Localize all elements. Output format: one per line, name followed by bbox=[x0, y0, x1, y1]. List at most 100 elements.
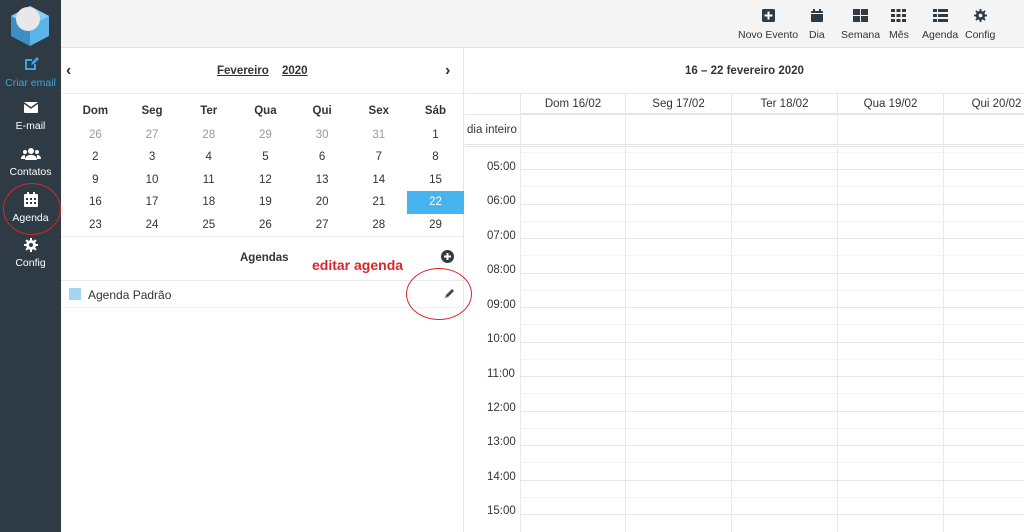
weekday-label: Sáb bbox=[424, 105, 447, 117]
time-label: 10:00 bbox=[487, 333, 516, 345]
new-event-label: Novo Evento bbox=[738, 29, 799, 41]
month-view-label: Mês bbox=[889, 29, 909, 41]
weekday-header: Dom Seg Ter Qua Qui Sex Sáb bbox=[67, 100, 464, 122]
app-logo[interactable] bbox=[9, 4, 51, 46]
all-day-row[interactable]: dia inteiro bbox=[465, 114, 1024, 147]
day-cell[interactable]: 12 bbox=[237, 169, 294, 191]
annotation-circle-agenda bbox=[3, 183, 61, 235]
nav-contacts[interactable]: Contatos bbox=[0, 147, 61, 178]
half-hour-line bbox=[520, 462, 1024, 463]
hour-line bbox=[520, 480, 1024, 481]
left-sidebar: Criar email E-mail Contatos Agenda Confi… bbox=[0, 0, 61, 532]
weekday-label: Sex bbox=[368, 105, 390, 117]
half-hour-line bbox=[520, 186, 1024, 187]
hour-line bbox=[520, 445, 1024, 446]
month-name[interactable]: Fevereiro bbox=[217, 65, 269, 77]
day-cell[interactable]: 19 bbox=[237, 191, 294, 213]
prev-month-button[interactable]: ‹ bbox=[66, 62, 71, 80]
week-row: 16 17 18 19 20 21 22 bbox=[67, 191, 464, 214]
day-cell[interactable]: 11 bbox=[180, 169, 237, 191]
day-cell[interactable]: 4 bbox=[180, 146, 237, 168]
grid-small-icon bbox=[889, 9, 909, 25]
day-cell[interactable]: 5 bbox=[237, 146, 294, 168]
day-cell[interactable]: 27 bbox=[124, 124, 181, 146]
year-name[interactable]: 2020 bbox=[282, 65, 308, 77]
week-row: 26 27 28 29 30 31 1 bbox=[67, 124, 464, 146]
week-view-button[interactable]: Semana bbox=[841, 9, 880, 41]
day-cell[interactable]: 1 bbox=[407, 124, 464, 146]
day-cell[interactable]: 28 bbox=[350, 214, 407, 236]
annotation-circle-edit bbox=[406, 268, 472, 320]
divider bbox=[61, 236, 464, 237]
config-label: Config bbox=[965, 29, 996, 41]
day-cell[interactable]: 26 bbox=[237, 214, 294, 236]
day-column-header[interactable]: Ter 18/02 bbox=[731, 94, 837, 114]
half-hour-line bbox=[520, 428, 1024, 429]
day-cell[interactable]: 31 bbox=[350, 124, 407, 146]
day-cell[interactable]: 7 bbox=[350, 146, 407, 168]
users-icon bbox=[0, 147, 61, 164]
month-view-button[interactable]: Mês bbox=[889, 9, 909, 41]
day-column-header[interactable]: Dom 16/02 bbox=[520, 94, 625, 114]
day-cell[interactable]: 25 bbox=[180, 214, 237, 236]
half-hour-line bbox=[520, 324, 1024, 325]
hour-line bbox=[520, 342, 1024, 343]
day-cell[interactable]: 10 bbox=[124, 169, 181, 191]
hour-line bbox=[520, 238, 1024, 239]
weekday-label: Seg bbox=[141, 105, 163, 117]
day-cell[interactable]: 13 bbox=[294, 169, 351, 191]
day-cell[interactable]: 8 bbox=[407, 146, 464, 168]
left-panel: ‹ Fevereiro 2020 › Dom Seg Ter Qua Qui S… bbox=[61, 48, 464, 532]
day-cell[interactable]: 14 bbox=[350, 169, 407, 191]
plus-square-icon bbox=[738, 9, 798, 25]
next-month-button[interactable]: › bbox=[445, 62, 450, 80]
day-cell[interactable]: 16 bbox=[67, 191, 124, 213]
day-cell[interactable]: 6 bbox=[294, 146, 351, 168]
agenda-list-item[interactable]: Agenda Padrão bbox=[61, 282, 464, 308]
half-hour-line bbox=[520, 497, 1024, 498]
day-cell[interactable]: 15 bbox=[407, 169, 464, 191]
calendar-day-icon bbox=[809, 9, 825, 25]
half-hour-line bbox=[520, 255, 1024, 256]
add-agenda-button[interactable] bbox=[441, 250, 454, 266]
day-cell[interactable]: 24 bbox=[124, 214, 181, 236]
nav-config[interactable]: Config bbox=[0, 238, 61, 269]
new-event-button[interactable]: Novo Evento bbox=[738, 9, 798, 41]
day-column-header[interactable]: Seg 17/02 bbox=[625, 94, 731, 114]
day-cell[interactable]: 28 bbox=[180, 124, 237, 146]
divider bbox=[61, 280, 464, 281]
week-view-label: Semana bbox=[841, 29, 881, 41]
day-cell-today[interactable]: 22 bbox=[407, 191, 464, 214]
week-row: 2 3 4 5 6 7 8 bbox=[67, 146, 464, 168]
day-view-button[interactable]: Dia bbox=[809, 9, 825, 41]
column-line bbox=[520, 114, 521, 532]
gear-icon bbox=[965, 9, 995, 25]
day-column-header[interactable]: Qua 19/02 bbox=[837, 94, 943, 114]
day-cell[interactable]: 9 bbox=[67, 169, 124, 191]
day-cell[interactable]: 30 bbox=[294, 124, 351, 146]
day-cell[interactable]: 18 bbox=[180, 191, 237, 213]
day-cell[interactable]: 27 bbox=[294, 214, 351, 236]
day-view-label: Dia bbox=[809, 29, 825, 41]
day-cell[interactable]: 23 bbox=[67, 214, 124, 236]
day-cell[interactable]: 2 bbox=[67, 146, 124, 168]
config-button[interactable]: Config bbox=[965, 9, 995, 41]
nav-email[interactable]: E-mail bbox=[0, 101, 61, 132]
agenda-view-button[interactable]: Agenda bbox=[922, 9, 958, 41]
day-column-header[interactable]: Qui 20/02 bbox=[943, 94, 1024, 114]
nav-label: Contatos bbox=[9, 166, 52, 178]
week-row: 9 10 11 12 13 14 15 bbox=[67, 169, 464, 191]
day-cell[interactable]: 3 bbox=[124, 146, 181, 168]
nav-compose[interactable]: Criar email bbox=[0, 56, 61, 89]
day-cell[interactable]: 29 bbox=[237, 124, 294, 146]
annotation-text: editar agenda bbox=[312, 257, 404, 273]
week-row: 23 24 25 26 27 28 29 bbox=[67, 214, 464, 236]
hour-line bbox=[520, 376, 1024, 377]
time-label: 07:00 bbox=[487, 230, 516, 242]
day-cell[interactable]: 21 bbox=[350, 191, 407, 213]
day-cell[interactable]: 26 bbox=[67, 124, 124, 146]
day-cell[interactable]: 17 bbox=[124, 191, 181, 213]
weekday-label: Ter bbox=[200, 105, 218, 117]
day-cell[interactable]: 20 bbox=[294, 191, 351, 213]
day-cell[interactable]: 29 bbox=[407, 214, 464, 236]
